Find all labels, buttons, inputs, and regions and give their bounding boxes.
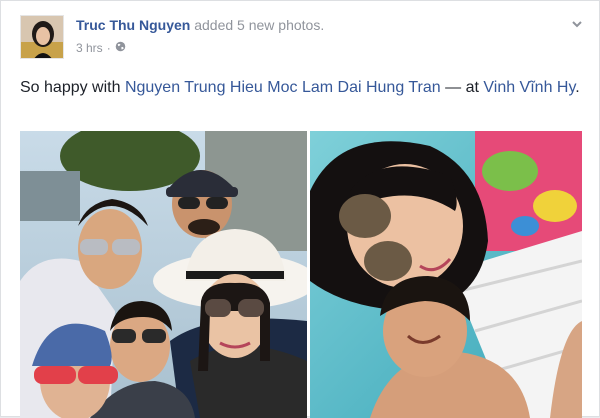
tagged-person-link[interactable]: Dai Hung Tran [338,79,441,96]
group-selfie-photo[interactable] [20,131,307,418]
post-text-prefix: So happy with [20,79,125,96]
tagged-person-link[interactable]: Moc Lam [267,79,333,96]
post-message: So happy with Nguyen Trung Hieu Moc Lam … [20,77,580,99]
author-avatar[interactable] [20,15,64,59]
tagged-person-link[interactable]: Nguyen Trung Hieu [125,79,263,96]
group-selfie-image [20,131,307,418]
meta-separator: · [106,41,111,55]
author-name-link[interactable]: Truc Thu Nguyen [76,17,190,33]
couple-selfie-image [310,131,582,418]
at-separator: — at [440,79,484,96]
couple-selfie-photo[interactable] [310,131,582,418]
post-meta: 3 hrs · [76,41,126,55]
post-options-chevron-down-icon[interactable] [571,17,583,29]
globe-icon[interactable] [115,41,126,55]
post-text-suffix: . [575,79,580,96]
location-link[interactable]: Vinh Vĩnh Hy [483,79,575,96]
post-card: Truc Thu Nguyen added 5 new photos. 3 hr… [0,0,600,418]
post-header: Truc Thu Nguyen added 5 new photos. [76,17,324,33]
avatar-image [21,16,63,58]
post-action-text: added 5 new photos. [194,17,325,33]
post-timestamp[interactable]: 3 hrs [76,41,103,55]
